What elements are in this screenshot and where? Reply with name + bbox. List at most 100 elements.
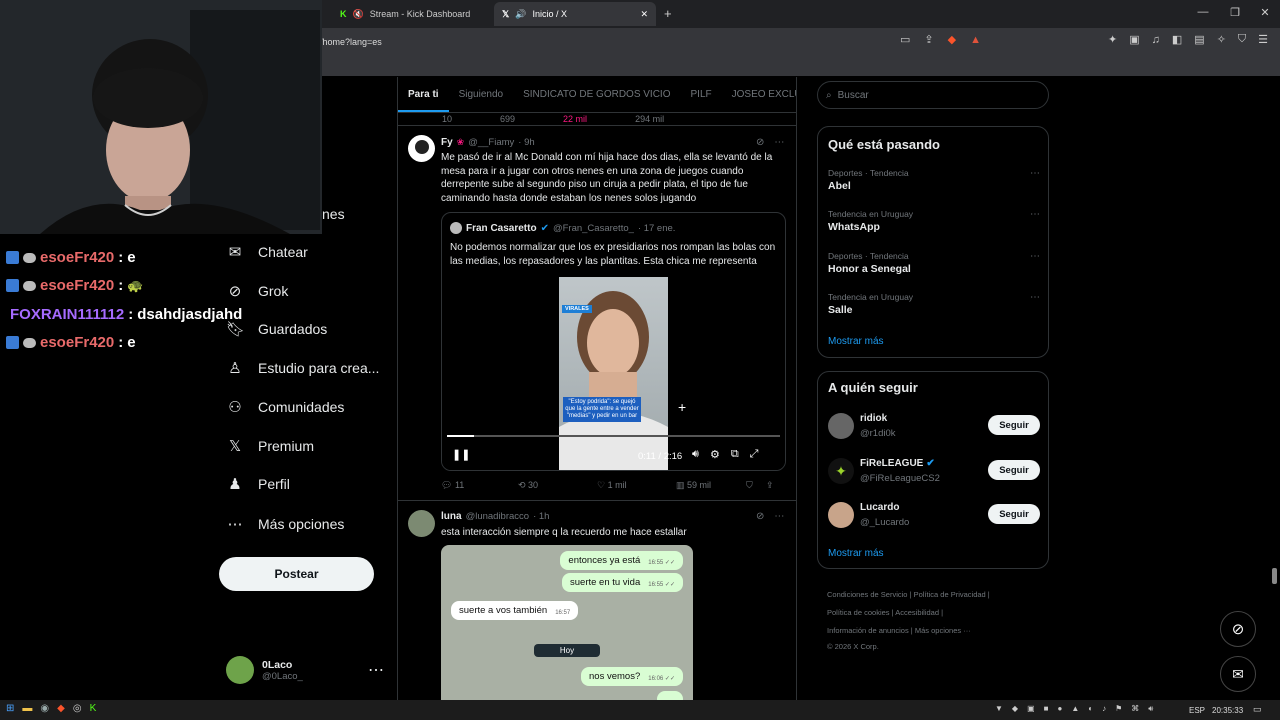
- video-progress-track[interactable]: [447, 435, 780, 437]
- sidebar-item-comunidades[interactable]: ⚇ Comunidades: [226, 398, 344, 416]
- more-icon[interactable]: ⋯: [1030, 209, 1040, 220]
- new-tab-button[interactable]: +: [664, 6, 672, 21]
- close-window-icon[interactable]: ✕: [1258, 6, 1272, 19]
- tweet-time[interactable]: · 9h: [518, 137, 534, 148]
- music-icon[interactable]: ♫: [1152, 33, 1160, 46]
- footer-link[interactable]: Más opciones ···: [915, 626, 971, 635]
- tray-icon[interactable]: ⚑: [1115, 704, 1122, 714]
- search-input[interactable]: ⌕ Buscar: [817, 81, 1049, 109]
- tweet-time[interactable]: · 1h: [533, 511, 549, 522]
- views-button[interactable]: ▥ 59 mil: [676, 480, 746, 491]
- tab-x-home[interactable]: 𝕏 🔊 Inicio / X ✕: [494, 2, 656, 26]
- grok-icon[interactable]: ⊘: [756, 137, 764, 148]
- reply-button[interactable]: 💬︎ 11: [441, 480, 518, 491]
- vpn-icon[interactable]: ⛉: [1238, 33, 1246, 46]
- trend-item[interactable]: Tendencia en Uruguay WhatsApp ⋯: [828, 209, 1040, 233]
- bookmark-icon[interactable]: ⛉: [746, 480, 766, 491]
- trend-item[interactable]: Tendencia en Uruguay Salle ⋯: [828, 292, 1040, 316]
- tray-icon[interactable]: ▣: [1027, 704, 1035, 714]
- sidebar-item-premium[interactable]: 𝕏 Premium: [226, 437, 314, 455]
- tray-icon[interactable]: ▲: [1071, 704, 1079, 714]
- menu-icon[interactable]: ☰: [1258, 33, 1268, 46]
- video-player[interactable]: VIRALES "Estoy podrida": se quejó que la…: [442, 277, 785, 470]
- share-icon[interactable]: ⇪: [766, 480, 774, 491]
- clock[interactable]: 20:35:33: [1212, 706, 1243, 715]
- tray-icon[interactable]: ◆: [1012, 704, 1018, 714]
- minimize-icon[interactable]: —: [1196, 6, 1210, 18]
- tray-icon[interactable]: ◐: [1088, 704, 1093, 714]
- close-tab-icon[interactable]: ✕: [640, 9, 648, 20]
- footer-link[interactable]: Política de cookies: [827, 608, 890, 617]
- fullscreen-icon[interactable]: ⤢: [750, 448, 759, 461]
- settings-icon[interactable]: ⚙: [710, 448, 720, 461]
- tray-icon[interactable]: ▼: [995, 704, 1003, 714]
- author-name[interactable]: luna: [441, 511, 462, 522]
- tab-pilf[interactable]: PILF: [681, 77, 722, 112]
- like-button[interactable]: ♡ 1 mil: [597, 480, 676, 491]
- restore-icon[interactable]: ❐: [1228, 6, 1242, 19]
- follow-button[interactable]: Seguir: [988, 504, 1040, 524]
- avatar[interactable]: [408, 135, 435, 162]
- volume-icon[interactable]: 🔊︎: [1148, 704, 1153, 714]
- messages-float-button[interactable]: ✉: [1220, 656, 1256, 692]
- tab-para-ti[interactable]: Para ti: [398, 77, 449, 112]
- pip-icon[interactable]: ⧉: [731, 448, 739, 461]
- more-icon[interactable]: ⋯: [1030, 251, 1040, 262]
- follow-button[interactable]: Seguir: [988, 460, 1040, 480]
- tray-icon[interactable]: ●: [1057, 704, 1062, 714]
- more-icon[interactable]: ⋯: [774, 511, 784, 522]
- sidebar-item-mas-opciones[interactable]: ⋯ Más opciones: [226, 515, 345, 533]
- tweet-image-chat-screenshot[interactable]: entonces ya está 16:55 ✓✓ suerte en tu vi…: [441, 545, 693, 720]
- cast-icon[interactable]: ▭: [900, 33, 910, 46]
- author-handle[interactable]: @lunadibracco: [466, 511, 530, 522]
- repost-button[interactable]: ⟲ 30: [518, 480, 597, 491]
- tray-icon[interactable]: ♪: [1102, 704, 1106, 714]
- language-indicator[interactable]: ESP: [1189, 706, 1205, 715]
- tray-icon[interactable]: ■: [1044, 704, 1049, 714]
- more-icon[interactable]: ⋯: [774, 137, 784, 148]
- windows-start-icon[interactable]: ⊞: [6, 703, 14, 714]
- sidebar-toggle-icon[interactable]: ◧: [1172, 33, 1182, 46]
- show-more-link[interactable]: Mostrar más: [828, 336, 884, 347]
- footer-link[interactable]: Accesibilidad: [895, 608, 939, 617]
- brave-icon[interactable]: ◆: [57, 703, 65, 714]
- sidebar-item-chatear[interactable]: ✉ Chatear: [226, 243, 308, 261]
- sidebar-item-estudio[interactable]: ♙ Estudio para crea...: [226, 359, 379, 377]
- more-icon[interactable]: ⋯: [1030, 168, 1040, 179]
- follow-button[interactable]: Seguir: [988, 415, 1040, 435]
- trend-item[interactable]: Deportes · Tendencia Abel ⋯: [828, 168, 1040, 192]
- sidebar-item-perfil[interactable]: ♟ Perfil: [226, 475, 290, 493]
- brave-shield-icon[interactable]: ◆: [948, 33, 956, 46]
- author-handle[interactable]: @__Fiamy: [468, 137, 514, 148]
- obs-icon[interactable]: ◎: [73, 703, 82, 714]
- sidebar-item-grok[interactable]: ⊘ Grok: [226, 282, 289, 300]
- notifications-icon[interactable]: ▭: [1253, 704, 1262, 715]
- footer-link[interactable]: Política de Privacidad: [914, 590, 986, 599]
- file-explorer-icon[interactable]: ▬: [22, 703, 32, 714]
- account-switcher[interactable]: 0Laco @0Laco_ ⋯: [226, 656, 384, 684]
- sidebar-item-guardados[interactable]: 🔖︎ Guardados: [226, 320, 327, 338]
- grok-icon[interactable]: ⊘: [756, 511, 764, 522]
- follow-suggestion[interactable]: Lucardo @_Lucardo Seguir: [828, 500, 1040, 530]
- follow-suggestion[interactable]: ridiok @r1di0k Seguir: [828, 411, 1040, 441]
- wallet-icon[interactable]: ▤: [1194, 33, 1204, 46]
- ai-icon[interactable]: ✧: [1217, 33, 1226, 46]
- tab-siguiendo[interactable]: Siguiendo: [449, 77, 513, 112]
- trend-item[interactable]: Deportes · Tendencia Honor a Senegal ⋯: [828, 251, 1040, 275]
- author-name[interactable]: Fy: [441, 137, 453, 148]
- follow-suggestion[interactable]: ✦ FiReLEAGUE ✔ @FiReLeagueCS2 Seguir: [828, 456, 1040, 486]
- tab-kick-dashboard[interactable]: K 🔇 Stream - Kick Dashboard: [332, 2, 490, 26]
- page-scrollbar[interactable]: [1272, 568, 1277, 584]
- footer-link[interactable]: Información de anuncios: [827, 626, 909, 635]
- show-more-link[interactable]: Mostrar más: [828, 548, 884, 559]
- address-bar[interactable]: /home?lang=es: [300, 31, 1000, 53]
- tab-sindicato[interactable]: SINDICATO DE GORDOS VICIO: [513, 77, 680, 112]
- volume-icon[interactable]: 🔊︎: [692, 448, 699, 461]
- post-button[interactable]: Postear: [219, 557, 374, 591]
- network-icon[interactable]: ⌘: [1131, 704, 1139, 714]
- tab-joseo[interactable]: JOSEO EXCLUSI: [722, 77, 796, 112]
- share-icon[interactable]: ⇪: [924, 33, 933, 46]
- discord-icon[interactable]: ◉: [40, 703, 49, 714]
- more-icon[interactable]: ⋯: [1030, 292, 1040, 303]
- footer-link[interactable]: Condiciones de Servicio: [827, 590, 907, 599]
